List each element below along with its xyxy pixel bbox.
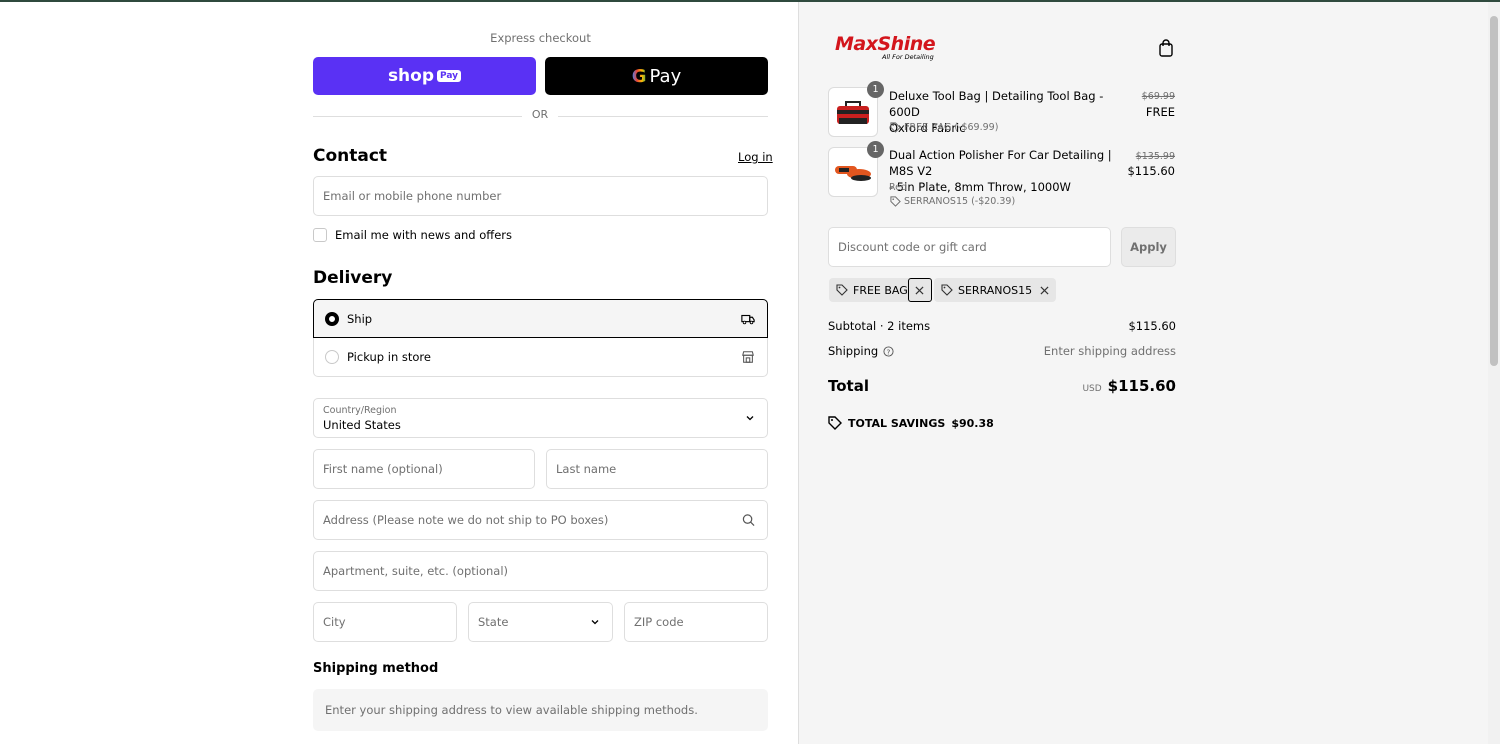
discount-chip-free-bag: FREE BAG xyxy=(829,278,932,302)
shipping-label: Shipping xyxy=(828,344,879,358)
country-select[interactable]: Country/Region United States xyxy=(313,398,768,438)
state-placeholder: State xyxy=(478,615,509,629)
total-label: Total xyxy=(828,377,869,395)
discount-placeholder: Discount code or gift card xyxy=(838,240,987,254)
last-name-field[interactable]: Last name xyxy=(546,449,768,489)
login-link[interactable]: Log in xyxy=(738,150,773,164)
brand-tagline: All For Detailing xyxy=(882,53,934,61)
chevron-down-icon xyxy=(746,416,754,421)
search-icon xyxy=(742,514,755,526)
delivery-option-pickup[interactable]: Pickup in store xyxy=(313,338,768,377)
google-pay-button[interactable]: G Pay xyxy=(545,57,768,95)
discount-chip-label: SERRANOS15 xyxy=(958,283,1033,297)
shopping-bag-icon[interactable] xyxy=(1158,39,1174,57)
total-value: $115.60 xyxy=(1107,377,1176,395)
total-savings: TOTAL SAVINGS $90.38 xyxy=(828,416,994,430)
express-checkout-label: Express checkout xyxy=(490,31,591,45)
item-discount-label: FREE BAG (-$69.99) xyxy=(904,122,999,133)
item-thumbnail-polisher: 1 xyxy=(828,141,884,197)
help-icon[interactable]: ? xyxy=(883,345,894,357)
item-title-line: Dual Action Polisher For Car Detailing |… xyxy=(889,148,1112,178)
scrollbar-thumb[interactable] xyxy=(1490,16,1498,366)
tag-icon xyxy=(890,122,901,133)
brand-wordmark: MaxShine xyxy=(835,33,936,55)
close-icon xyxy=(1040,285,1049,295)
item-thumbnail-tool-bag: 1 xyxy=(828,81,884,137)
delivery-option-ship[interactable]: Ship xyxy=(313,299,768,338)
last-name-placeholder: Last name xyxy=(556,462,617,476)
ship-radio[interactable] xyxy=(325,311,339,326)
country-value: United States xyxy=(323,418,401,432)
shop-pay-wordmark: shop xyxy=(387,66,435,86)
truck-icon xyxy=(741,314,755,324)
first-name-field[interactable]: First name (optional) xyxy=(313,449,535,489)
chevron-down-icon xyxy=(591,620,599,625)
item-variant: Red xyxy=(889,182,908,193)
item-title-line: Deluxe Tool Bag | Detailing Tool Bag - 6… xyxy=(889,89,1104,119)
pickup-label: Pickup in store xyxy=(347,350,431,364)
subtotal-label: Subtotal · 2 items xyxy=(828,319,931,333)
shipping-value: Enter shipping address xyxy=(1043,344,1176,358)
apply-discount-button[interactable]: Apply xyxy=(1121,227,1176,267)
first-name-placeholder: First name (optional) xyxy=(323,462,443,476)
discount-chip-serranos15: SERRANOS15 xyxy=(934,278,1057,302)
delivery-heading: Delivery xyxy=(313,268,393,288)
email-placeholder: Email or mobile phone number xyxy=(323,189,502,203)
tag-icon xyxy=(890,196,901,207)
close-icon xyxy=(915,285,924,295)
zip-field[interactable]: ZIP code xyxy=(624,602,768,642)
tag-icon xyxy=(941,284,953,296)
address-field[interactable]: Address (Please note we do not ship to P… xyxy=(313,500,768,540)
svg-text:?: ? xyxy=(887,347,891,356)
discount-code-input[interactable]: Discount code or gift card xyxy=(828,227,1111,267)
shipping-method-message: Enter your shipping address to view avai… xyxy=(313,689,768,731)
pickup-radio[interactable] xyxy=(325,350,339,364)
discount-chip-label: FREE BAG xyxy=(853,283,908,297)
tag-icon xyxy=(836,284,848,296)
ship-label: Ship xyxy=(347,311,373,326)
tag-icon xyxy=(828,416,842,430)
store-icon xyxy=(742,351,754,363)
shipping-method-heading: Shipping method xyxy=(313,661,439,676)
item-original-price: $135.99 xyxy=(1135,151,1175,162)
shop-pay-badge: Pay xyxy=(437,70,462,82)
page-scrollbar[interactable] xyxy=(1488,2,1500,744)
contact-heading: Contact xyxy=(313,146,388,166)
item-discount-polisher: SERRANOS15 (-$20.39) xyxy=(890,196,1015,207)
item-title-polisher: Dual Action Polisher For Car Detailing |… xyxy=(889,147,1129,195)
apartment-placeholder: Apartment, suite, etc. (optional) xyxy=(323,564,509,578)
city-field[interactable]: City xyxy=(313,602,457,642)
subtotal-value: $115.60 xyxy=(1128,319,1176,333)
news-checkbox[interactable] xyxy=(313,228,327,242)
item-discount-label: SERRANOS15 (-$20.39) xyxy=(904,196,1016,207)
remove-discount-button[interactable] xyxy=(1032,278,1056,302)
item-discount-tool-bag: FREE BAG (-$69.99) xyxy=(890,122,998,133)
item-title-line: - 5in Plate, 8mm Throw, 1000W xyxy=(889,180,1071,194)
store-logo[interactable]: MaxShine All For Detailing xyxy=(835,33,936,61)
google-pay-label: Pay xyxy=(649,65,682,87)
news-checkbox-label: Email me with news and offers xyxy=(335,228,513,242)
item-quantity-badge: 1 xyxy=(867,141,884,158)
country-label: Country/Region xyxy=(323,405,397,416)
item-price: FREE xyxy=(1145,105,1175,119)
total-row: Total USD $115.60 xyxy=(828,377,1176,395)
remove-discount-button[interactable] xyxy=(907,278,932,302)
email-field[interactable]: Email or mobile phone number xyxy=(313,176,768,216)
city-placeholder: City xyxy=(323,615,346,629)
zip-placeholder: ZIP code xyxy=(634,615,684,629)
address-placeholder: Address (Please note we do not ship to P… xyxy=(323,513,609,527)
currency-code: USD xyxy=(1082,384,1102,394)
google-g-icon: G xyxy=(631,65,647,87)
shop-pay-button[interactable]: shop Pay xyxy=(313,57,536,95)
shipping-row: Shipping ? Enter shipping address xyxy=(828,344,1176,358)
apartment-field[interactable]: Apartment, suite, etc. (optional) xyxy=(313,551,768,591)
item-quantity-badge: 1 xyxy=(867,81,884,98)
savings-value: $90.38 xyxy=(951,416,994,430)
or-divider-label: OR xyxy=(522,108,558,121)
item-price: $115.60 xyxy=(1127,164,1175,178)
item-original-price: $69.99 xyxy=(1141,91,1175,102)
state-select[interactable]: State xyxy=(468,602,613,642)
subtotal-row: Subtotal · 2 items $115.60 xyxy=(828,319,1176,333)
savings-label: TOTAL SAVINGS xyxy=(848,416,946,430)
